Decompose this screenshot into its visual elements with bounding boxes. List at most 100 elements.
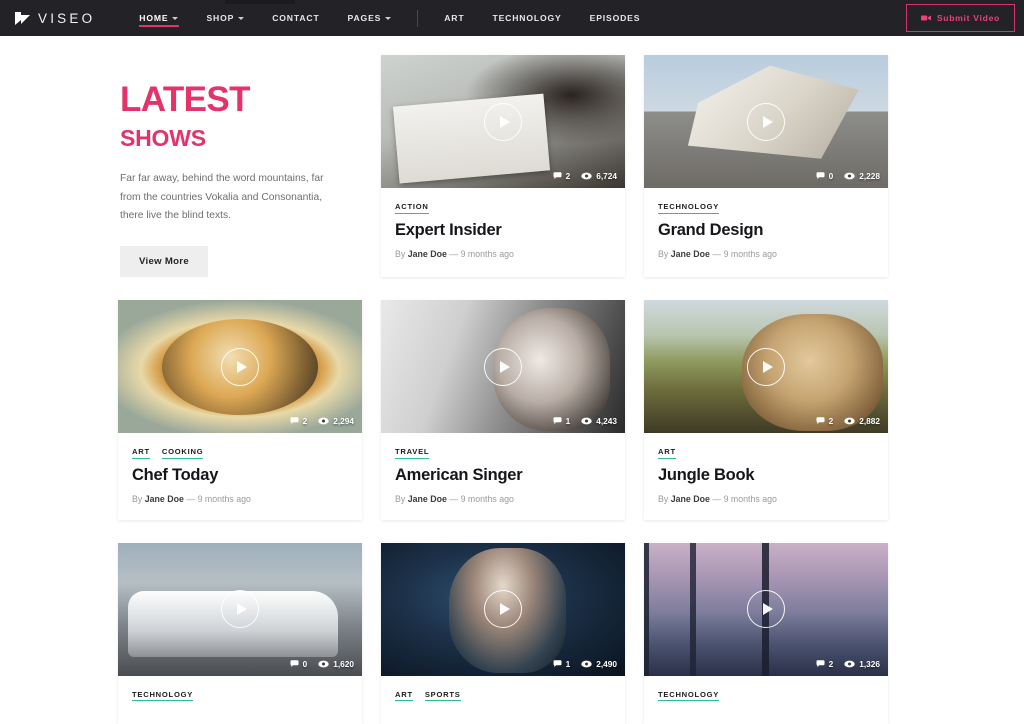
play-circle-icon[interactable] xyxy=(484,347,522,386)
card-byline: By Jane Doe — 9 months ago xyxy=(658,249,874,259)
card-author: Jane Doe xyxy=(407,248,447,259)
submit-video-button[interactable]: Submit Video xyxy=(905,4,1015,32)
card-thumbnail[interactable]: 2 2,882 xyxy=(644,300,888,434)
comment-bubble-icon xyxy=(816,660,825,667)
category-tag[interactable]: TECHNOLOGY xyxy=(658,690,720,702)
show-card[interactable]: 2 2,882 ART Jungle Book By Jane Doe — 9 … xyxy=(644,300,888,520)
comment-bubble-icon xyxy=(553,172,562,179)
view-count: 2,228 xyxy=(844,171,880,181)
comment-count: 2 xyxy=(553,171,571,181)
card-title[interactable]: Expert Insider xyxy=(395,221,611,240)
comment-count-value: 1 xyxy=(565,658,571,669)
card-thumbnail[interactable]: 0 1,620 xyxy=(118,542,362,676)
nav-item-label: EPISODES xyxy=(589,13,641,23)
card-thumbnail[interactable]: 2 6,724 xyxy=(381,55,625,188)
card-author: Jane Doe xyxy=(407,493,447,504)
comment-bubble-icon xyxy=(290,660,299,667)
card-byline: By Jane Doe — 9 months ago xyxy=(658,494,874,504)
card-thumbnail[interactable]: 0 2,228 xyxy=(644,55,888,188)
card-thumbnail[interactable]: 1 2,490 xyxy=(381,542,625,676)
card-author: Jane Doe xyxy=(144,493,184,504)
byline-separator: — xyxy=(186,493,196,504)
view-more-button[interactable]: View More xyxy=(120,246,208,278)
nav-item-label: PAGES xyxy=(347,13,382,23)
nav-item-pages[interactable]: PAGES xyxy=(334,3,406,33)
card-thumbnail[interactable]: 2 2,294 xyxy=(118,300,362,434)
play-circle-icon[interactable] xyxy=(221,347,259,386)
card-date: 9 months ago xyxy=(197,493,251,504)
comment-count-value: 2 xyxy=(565,171,571,181)
card-stats: 2 1,326 xyxy=(816,659,880,669)
card-title[interactable]: Chef Today xyxy=(132,466,348,485)
page-subtitle: SHOWS xyxy=(120,125,206,152)
card-categories: ART SPORTS xyxy=(395,690,611,702)
show-card[interactable]: 2 1,326 TECHNOLOGY xyxy=(644,542,888,724)
card-thumbnail[interactable]: 2 1,326 xyxy=(644,542,888,676)
card-date: 9 months ago xyxy=(460,248,514,259)
view-count-value: 2,294 xyxy=(333,416,354,427)
card-byline: By Jane Doe — 9 months ago xyxy=(132,494,348,504)
shows-grid: LATEST SHOWS Far far away, behind the wo… xyxy=(118,36,906,724)
chevron-down-icon xyxy=(238,17,245,20)
intro-description: Far far away, behind the word mountains,… xyxy=(120,173,324,221)
comment-count: 2 xyxy=(290,416,307,426)
nav-item-home[interactable]: HOME xyxy=(125,3,192,33)
viseo-flag-logo-icon xyxy=(15,11,30,25)
play-circle-icon[interactable] xyxy=(747,102,785,141)
view-count: 1,620 xyxy=(318,659,354,669)
card-byline: By Jane Doe — 9 months ago xyxy=(395,494,611,504)
view-count-value: 2,490 xyxy=(596,658,617,669)
card-stats: 2 6,724 xyxy=(553,171,617,181)
view-count: 2,490 xyxy=(581,659,617,669)
nav-item-contact[interactable]: CONTACT xyxy=(258,3,333,33)
card-body: ART COOKING Chef Today By Jane Doe — 9 m… xyxy=(118,433,362,520)
comment-bubble-icon xyxy=(553,417,562,425)
card-byline: By Jane Doe — 9 months ago xyxy=(395,249,611,259)
show-card[interactable]: 2 6,724 ACTION Expert Insider By Jane Do… xyxy=(381,55,625,278)
card-author: Jane Doe xyxy=(670,493,710,504)
nav-item-technology[interactable]: TECHNOLOGY xyxy=(478,3,575,33)
card-stats: 2 2,882 xyxy=(816,416,880,426)
chevron-down-icon xyxy=(385,17,392,20)
play-circle-icon[interactable] xyxy=(484,102,522,141)
comment-count-value: 1 xyxy=(565,416,571,427)
show-card[interactable]: 0 1,620 TECHNOLOGY xyxy=(118,542,362,724)
comment-count: 0 xyxy=(816,171,833,181)
show-card[interactable]: 0 2,228 TECHNOLOGY Grand Design By Jane … xyxy=(644,55,888,278)
category-tag[interactable]: ART xyxy=(132,447,150,459)
card-stats: 0 2,228 xyxy=(816,171,880,181)
nav-item-episodes[interactable]: EPISODES xyxy=(576,3,655,33)
card-thumbnail[interactable]: 1 4,243 xyxy=(381,300,625,434)
view-count: 2,882 xyxy=(844,416,880,426)
chevron-down-icon xyxy=(172,17,179,20)
view-count: 4,243 xyxy=(581,416,617,426)
byline-separator: — xyxy=(712,248,722,259)
category-tag[interactable]: ART xyxy=(658,447,676,459)
category-tag[interactable]: ART xyxy=(395,690,413,702)
play-circle-icon[interactable] xyxy=(747,347,785,386)
nav-item-art[interactable]: ART xyxy=(430,3,478,33)
show-card[interactable]: 2 2,294 ART COOKING Chef Today By Jane D… xyxy=(118,300,362,520)
card-categories: ART COOKING xyxy=(132,447,348,459)
show-card[interactable]: 1 4,243 TRAVEL American Singer By Jane D… xyxy=(381,300,625,520)
category-tag[interactable]: COOKING xyxy=(161,447,204,459)
category-tag[interactable]: SPORTS xyxy=(424,690,461,702)
category-tag[interactable]: ACTION xyxy=(395,202,429,214)
category-tag[interactable]: TECHNOLOGY xyxy=(658,202,720,214)
category-tag[interactable]: TECHNOLOGY xyxy=(132,690,194,702)
comment-count: 2 xyxy=(816,659,833,669)
card-title[interactable]: American Singer xyxy=(395,466,611,485)
primary-nav: HOME SHOP CONTACT PAGES ART TECHNOLOGY E… xyxy=(125,3,654,33)
nav-item-shop[interactable]: SHOP xyxy=(192,3,258,33)
card-title[interactable]: Jungle Book xyxy=(658,466,874,485)
card-title[interactable]: Grand Design xyxy=(658,221,874,240)
nav-item-label: HOME xyxy=(139,13,169,23)
card-categories: TRAVEL xyxy=(395,447,611,459)
category-tag[interactable]: TRAVEL xyxy=(395,447,430,459)
byline-prefix: By xyxy=(658,248,669,259)
brand-logo[interactable]: VISEO xyxy=(14,11,95,26)
card-body: TECHNOLOGY xyxy=(118,676,362,724)
card-body: ART SPORTS xyxy=(381,676,625,724)
video-camera-icon xyxy=(920,15,931,21)
show-card[interactable]: 1 2,490 ART SPORTS xyxy=(381,542,625,724)
